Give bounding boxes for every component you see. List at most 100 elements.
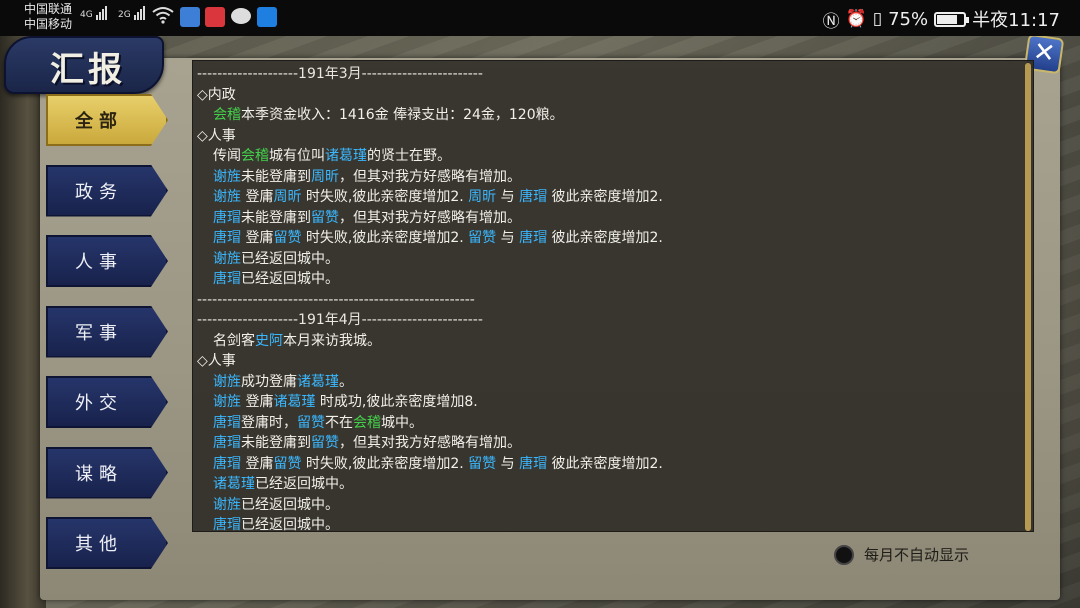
log-highlight: 留赞: [273, 230, 302, 246]
auto-show-toggle[interactable]: 每月不自动显示: [834, 544, 969, 565]
log-line: 谢旌成功登庸诸葛瑾。: [197, 372, 1017, 393]
log-line: --------------------191年3月--------------…: [197, 64, 1017, 85]
log-highlight: 唐瑁: [213, 414, 241, 431]
tab-4[interactable]: 外交: [46, 376, 168, 428]
auto-show-radio[interactable]: [834, 544, 854, 565]
tab-6[interactable]: 其他: [46, 517, 168, 569]
scrollbar[interactable]: [1025, 63, 1031, 531]
log-line: 唐瑁已经返回城中。: [197, 269, 1017, 290]
log-highlight: 诸葛瑾: [213, 476, 255, 492]
carrier-2: 中国移动: [24, 17, 73, 31]
log-text: ◇人事: [197, 353, 236, 369]
log-text: ◇人事: [197, 127, 236, 144]
log-text: 已经返回城中。: [241, 271, 339, 287]
log-text: 传闻: [213, 148, 241, 164]
log-text: 成功登庸: [241, 373, 297, 390]
tab-5[interactable]: 谋略: [46, 446, 168, 499]
log-text: 彼此亲密度增加2.: [547, 455, 663, 472]
auto-show-label: 每月不自动显示: [864, 546, 970, 564]
log-text: 彼此亲密度增加2.: [547, 230, 663, 246]
carrier-info: 中国联通 中国移动: [24, 2, 72, 32]
log-highlight: 留赞: [311, 209, 339, 226]
tab-label: 其他: [75, 534, 123, 555]
log-highlight: 史阿: [255, 332, 283, 349]
log-text: 已经返回城中。: [241, 517, 339, 532]
log-highlight: 诸葛瑾: [297, 373, 339, 390]
log-highlight: 留赞: [311, 435, 339, 451]
carrier-1: 中国联通: [24, 2, 73, 16]
log-text: 本月来访我城。: [283, 332, 381, 349]
log-line: 唐瑁已经返回城中。: [197, 515, 1017, 532]
tab-2[interactable]: 人事: [46, 235, 168, 287]
log-text: 时失败,彼此亲密度增加2.: [301, 455, 469, 472]
tab-label: 全部: [75, 111, 123, 132]
log-highlight: 谢旌: [213, 394, 241, 410]
log-line: 唐瑁 登庸留赞 时失败,彼此亲密度增加2. 留赞 与 唐瑁 彼此亲密度增加2.: [197, 454, 1017, 475]
status-right: Ⓝ ⏰ ▯ 75% 半夜11:17: [823, 6, 1060, 32]
log-text: 不在: [325, 414, 353, 431]
log-highlight: 谢旌: [213, 250, 241, 267]
log-highlight: 周昕: [468, 189, 497, 205]
log-highlight: 诸葛瑾: [325, 148, 367, 164]
log-line: ◇人事: [197, 126, 1017, 147]
log-line: 谢旌已经返回城中。: [197, 495, 1017, 516]
log-text: 已经返回城中。: [255, 476, 353, 492]
tab-1[interactable]: 政务: [46, 164, 168, 217]
battery-percent: 75%: [888, 8, 929, 30]
log-highlight: 唐瑁: [519, 230, 548, 246]
log-line: ----------------------------------------…: [197, 290, 1017, 311]
log-highlight: 谢旌: [213, 189, 241, 205]
tab-label: 军事: [75, 322, 123, 344]
report-log: --------------------191年3月--------------…: [197, 64, 1017, 532]
clock: 半夜11:17: [972, 10, 1060, 31]
log-text: 时失败,彼此亲密度增加2.: [301, 189, 469, 205]
log-text: --------------------191年3月--------------…: [197, 66, 483, 82]
log-text: 已经返回城中。: [241, 496, 339, 513]
log-line: 唐瑁 登庸留赞 时失败,彼此亲密度增加2. 留赞 与 唐瑁 彼此亲密度增加2.: [197, 228, 1017, 249]
log-text: 未能登庸到: [241, 209, 311, 226]
log-highlight: 唐瑁: [213, 230, 241, 246]
log-text: 登庸时，: [241, 414, 297, 431]
log-highlight: 留赞: [468, 230, 497, 246]
log-highlight: 周昕: [273, 189, 302, 205]
log-line: 唐瑁未能登庸到留赞，但其对我方好感略有增加。: [197, 208, 1017, 229]
log-highlight: 唐瑁: [213, 455, 241, 472]
log-text: 本季资金收入：1416金 俸禄支出：24金，120粮。: [241, 107, 564, 123]
log-text: ，但其对我方好感略有增加。: [339, 435, 521, 451]
log-line: 谢旌未能登庸到周昕，但其对我方好感略有增加。: [197, 167, 1017, 188]
signal-1-icon: 4G: [80, 6, 108, 20]
log-text: 时失败,彼此亲密度增加2.: [301, 230, 469, 246]
network-type-2: 2G: [118, 10, 131, 20]
battery-icon: [934, 11, 970, 27]
log-text: 已经返回城中。: [241, 250, 339, 267]
chat-icon: [231, 8, 251, 24]
tab-label: 外交: [75, 393, 123, 414]
log-text: ，但其对我方好感略有增加。: [339, 168, 521, 185]
log-text: 与: [496, 455, 520, 472]
log-line: ◇内政: [197, 85, 1017, 106]
tab-0[interactable]: 全部: [46, 94, 168, 146]
log-line: 谢旌已经返回城中。: [197, 249, 1017, 270]
log-line: ◇人事: [197, 351, 1017, 372]
log-line: 诸葛瑾已经返回城中。: [197, 474, 1017, 495]
tab-label: 政务: [75, 181, 123, 203]
log-text: 与: [496, 189, 520, 205]
log-highlight: 会稽: [353, 414, 381, 431]
report-log-panel[interactable]: --------------------191年3月--------------…: [192, 60, 1034, 532]
log-highlight: 会稽: [241, 148, 269, 164]
log-text: ----------------------------------------…: [197, 291, 475, 308]
alarm-icon: ⏰: [845, 9, 867, 29]
log-text: 的贤士在野。: [367, 148, 451, 164]
log-text: 登庸: [241, 394, 274, 410]
log-text: 登庸: [241, 189, 274, 205]
log-line: 唐瑁登庸时，留赞不在会稽城中。: [197, 413, 1017, 434]
game-screen: 汇报 ✕ 全部 政务 人事 军事 外交 谋略 其他 --------------------…: [0, 36, 1080, 608]
log-line: --------------------191年4月--------------…: [197, 310, 1017, 331]
app-icon-1: [180, 7, 200, 27]
status-bar: 中国联通 中国移动 4G 2G Ⓝ ⏰ ▯ 75% 半夜11:17: [0, 0, 1080, 36]
app-icon-2: [205, 7, 225, 27]
log-line: 传闻会稽城有位叫诸葛瑾的贤士在野。: [197, 146, 1017, 167]
scrollbar-thumb[interactable]: [1025, 63, 1031, 531]
log-text: 。: [339, 373, 353, 390]
tab-3[interactable]: 军事: [46, 305, 168, 358]
